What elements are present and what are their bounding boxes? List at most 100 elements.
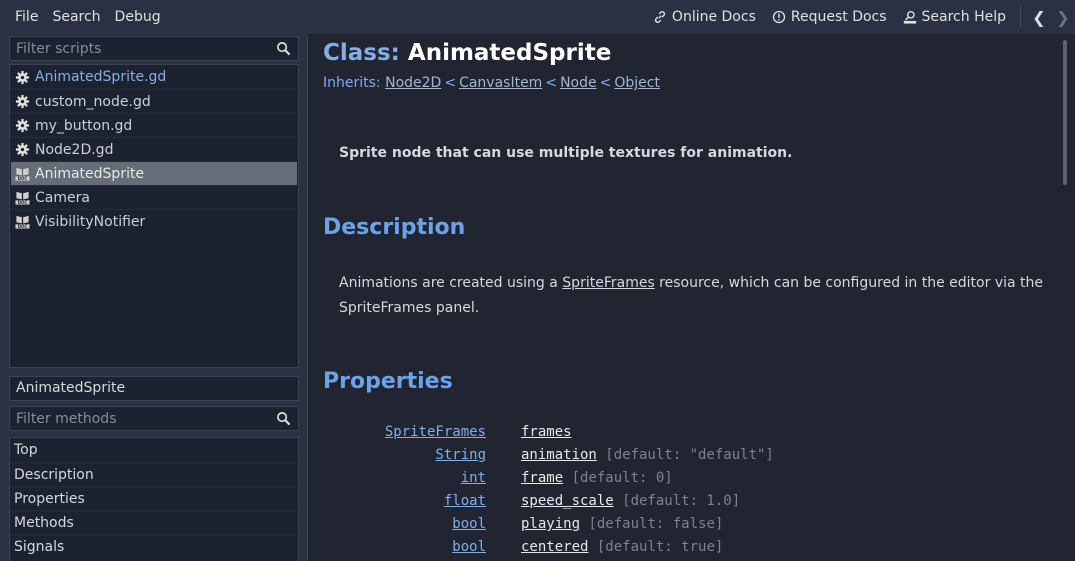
property-name-link[interactable]: frame [521, 470, 563, 486]
inherits-label: Inherits: [323, 75, 381, 91]
inherit-link-node2d[interactable]: Node2D [385, 75, 441, 91]
request-docs-button[interactable]: Request Docs [764, 0, 895, 34]
script-item-label: custom_node.gd [35, 93, 151, 110]
inherit-link-node[interactable]: Node [560, 75, 597, 91]
script-list-item[interactable]: DOC Camera [11, 185, 297, 209]
menu-file[interactable]: File [8, 0, 45, 34]
property-type-link[interactable]: float [444, 493, 486, 509]
script-list: AnimatedSprite.gd custom_node.gd my_button… [9, 64, 299, 368]
property-default: [default: 0] [563, 470, 673, 486]
request-docs-label: Request Docs [790, 9, 887, 25]
page-title: Class: AnimatedSprite [323, 40, 611, 66]
gear-icon [15, 94, 30, 109]
property-entry: centered [default: true] [521, 539, 723, 555]
filter-scripts-field[interactable] [9, 36, 299, 61]
property-name-link[interactable]: playing [521, 516, 580, 532]
property-default: [default: 1.0] [613, 493, 741, 509]
online-docs-label: Online Docs [671, 9, 756, 25]
search-icon[interactable] [276, 41, 291, 56]
property-type-link[interactable]: SpriteFrames [385, 424, 486, 440]
doc-icon: DOC [15, 166, 30, 181]
inherits-line: Inherits: Node2D < CanvasItem < Node < Object [323, 75, 660, 91]
inherit-link-object[interactable]: Object [614, 75, 660, 91]
toolbar-right: Online Docs Request Docs Search Help ❮ ❯ [645, 0, 1075, 34]
script-list-item[interactable]: DOC VisibilityNotifier [11, 209, 297, 233]
property-type-link[interactable]: bool [452, 539, 486, 555]
property-default: [default: "default"] [596, 447, 774, 463]
property-entry: playing [default: false] [521, 516, 723, 532]
search-help-icon [903, 10, 916, 24]
property-type-link[interactable]: String [435, 447, 486, 463]
section-item-signals[interactable]: Signals [11, 534, 297, 558]
filter-methods-input[interactable] [16, 410, 266, 427]
gear-icon [15, 118, 30, 133]
property-row: String animation [default: "default"] [308, 445, 1068, 468]
script-item-label: Node2D.gd [35, 141, 114, 158]
search-help-button[interactable]: Search Help [895, 0, 1014, 34]
toolbar-separator [1020, 6, 1021, 28]
property-entry: animation [default: "default"] [521, 447, 774, 463]
property-type-link[interactable]: int [461, 470, 486, 486]
property-entry: frame [default: 0] [521, 470, 673, 486]
inherit-link-canvasitem[interactable]: CanvasItem [459, 75, 542, 91]
script-list-item[interactable]: AnimatedSprite.gd [11, 65, 297, 89]
script-list-item[interactable]: custom_node.gd [11, 89, 297, 113]
online-docs-button[interactable]: Online Docs [645, 0, 764, 34]
script-list-item[interactable]: DOC AnimatedSprite [11, 161, 297, 185]
property-name-link[interactable]: animation [521, 447, 597, 463]
section-item-methods[interactable]: Methods [11, 510, 297, 534]
script-item-label: Camera [35, 189, 90, 206]
search-help-label: Search Help [921, 9, 1006, 25]
inherit-separator: < [444, 75, 457, 91]
inherit-separator: < [545, 75, 558, 91]
link-icon [654, 11, 665, 23]
property-type-link[interactable]: bool [452, 516, 486, 532]
property-name-link[interactable]: speed_scale [521, 493, 614, 509]
property-default: [default: true] [588, 539, 724, 555]
properties-table: SpriteFrames frames String animation [defau… [308, 422, 1068, 560]
help-content[interactable]: Class: AnimatedSprite Inherits: Node2D < C… [307, 34, 1075, 561]
search-icon[interactable] [276, 411, 291, 426]
back-arrow-icon[interactable]: ❮ [1027, 8, 1051, 27]
properties-heading: Properties [323, 369, 453, 394]
gear-icon [15, 142, 30, 157]
doc-icon: DOC [15, 190, 30, 205]
property-row: SpriteFrames frames [308, 422, 1068, 445]
script-item-label: AnimatedSprite.gd [35, 69, 167, 85]
class-name: AnimatedSprite [407, 40, 612, 66]
filter-methods-field[interactable] [9, 406, 299, 431]
description-text-start: Animations are created using a [339, 275, 563, 291]
info-icon [772, 10, 786, 24]
menu-debug[interactable]: Debug [108, 0, 168, 34]
spriteframes-link[interactable]: SpriteFrames [562, 275, 654, 291]
vertical-scrollbar[interactable] [1063, 40, 1067, 185]
class-keyword: Class: [323, 40, 400, 66]
section-item-properties[interactable]: Properties [11, 486, 297, 510]
script-list-item[interactable]: my_button.gd [11, 113, 297, 137]
forward-arrow-icon[interactable]: ❯ [1051, 8, 1075, 27]
doc-icon: DOC [15, 214, 30, 229]
menu-search[interactable]: Search [45, 0, 107, 34]
top-menu-bar: File Search Debug Online Docs Request Do… [0, 0, 1075, 34]
section-item-top[interactable]: Top [11, 438, 297, 462]
property-entry: frames [521, 424, 572, 440]
inherit-separator: < [599, 75, 612, 91]
section-item-description[interactable]: Description [11, 462, 297, 486]
svg-text:DOC: DOC [18, 200, 28, 205]
property-entry: speed_scale [default: 1.0] [521, 493, 740, 509]
property-name-link[interactable]: frames [521, 424, 572, 440]
script-item-label: AnimatedSprite [35, 165, 145, 182]
property-row: float speed_scale [default: 1.0] [308, 491, 1068, 514]
description-text: Animations are created using a SpriteFra… [339, 271, 1049, 321]
script-item-label: VisibilityNotifier [35, 213, 146, 230]
gear-icon [15, 70, 30, 85]
description-heading: Description [323, 215, 466, 240]
script-item-label: my_button.gd [35, 117, 133, 134]
property-name-link[interactable]: centered [521, 539, 588, 555]
svg-text:DOC: DOC [18, 224, 28, 229]
filter-scripts-input[interactable] [16, 40, 266, 57]
script-list-item[interactable]: Node2D.gd [11, 137, 297, 161]
members-overview-list: Top Description Properties Methods Signa… [9, 437, 299, 561]
property-row: bool playing [default: false] [308, 514, 1068, 537]
brief-description: Sprite node that can use multiple textur… [339, 145, 793, 161]
